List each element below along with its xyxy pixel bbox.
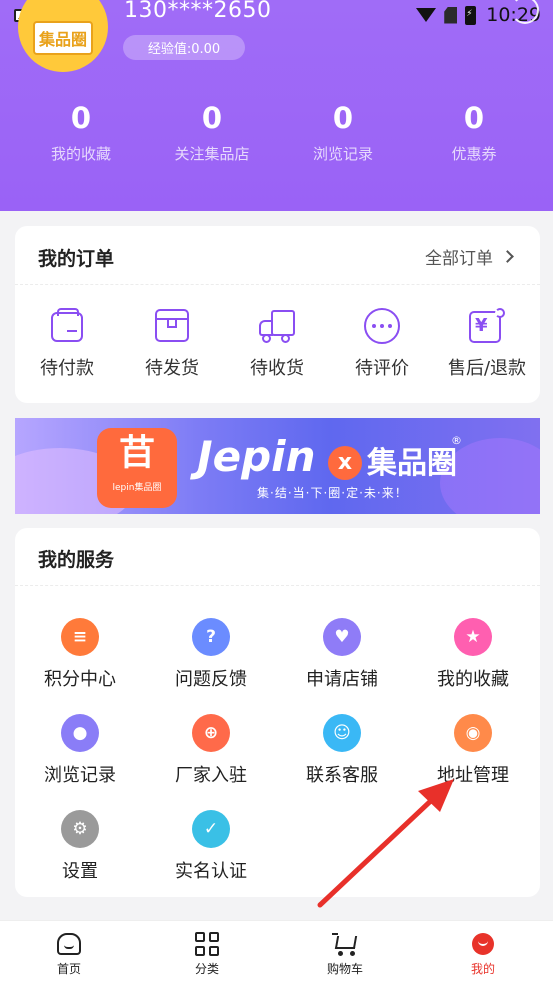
service-favorites[interactable]: ★ 我的收藏 (423, 618, 523, 691)
banner-logo-text: lepin集品圈 (112, 483, 162, 493)
service-points-center[interactable]: ≡ 积分中心 (30, 618, 130, 691)
profile-header: 10:29 集品圈 130****2650 经验值:0.00 0 我的收藏 0 … (0, 0, 553, 211)
gear-icon: ⚙ (61, 810, 99, 848)
bottom-tab-bar: 首页 分类 购物车 我的 (0, 920, 553, 983)
service-manufacturer-join[interactable]: ⊕ 厂家入驻 (161, 714, 261, 787)
stat-followed-stores[interactable]: 0 关注集品店 (142, 98, 282, 164)
all-orders-link[interactable]: 全部订单 (425, 244, 514, 269)
service-label: 我的收藏 (437, 669, 509, 690)
service-identity-verification[interactable]: ✓ 实名认证 (161, 810, 261, 883)
sim-icon (444, 6, 458, 24)
stat-label: 浏览记录 (312, 145, 373, 163)
question-icon: ? (192, 618, 230, 656)
stat-favorites[interactable]: 0 我的收藏 (11, 98, 151, 164)
grid-icon (194, 931, 220, 957)
orders-card: 我的订单 全部订单 待付款 待发货 待收货 待评价 ¥ 售后/退款 (15, 226, 540, 403)
service-label: 申请店铺 (306, 669, 378, 690)
order-after-sales[interactable]: ¥ 售后/退款 (437, 308, 537, 380)
star-icon: ★ (454, 618, 492, 656)
tab-home[interactable]: 首页 (29, 931, 109, 977)
factory-icon: ⊕ (192, 714, 230, 752)
registered-mark: ® (451, 434, 462, 447)
chat-bubble-icon (364, 308, 400, 344)
order-pending-shipment[interactable]: 待发货 (122, 308, 222, 380)
stat-label: 优惠券 (451, 145, 497, 163)
services-card: 我的服务 ≡ 积分中心 ? 问题反馈 ♥ 申请店铺 ★ 我的收藏 ● 浏览记录 … (15, 528, 540, 897)
coins-icon: ≡ (61, 618, 99, 656)
banner-brand: Jepin (197, 432, 316, 481)
service-label: 联系客服 (306, 765, 378, 786)
divider (15, 585, 540, 586)
service-address-management[interactable]: ◉ 地址管理 (423, 714, 523, 787)
tab-mine[interactable]: 我的 (443, 931, 523, 977)
service-label: 地址管理 (437, 765, 509, 786)
service-label: 设置 (62, 861, 98, 882)
banner-brand-x: x (328, 446, 362, 480)
service-label: 积分中心 (44, 669, 116, 690)
order-label: 待收货 (250, 358, 304, 379)
stat-value: 0 (463, 101, 485, 135)
promo-banner[interactable]: 䒤 lepin集品圈 Jepin x 集品圈 ® 集·结·当·下·圈·定·未·来… (15, 418, 540, 514)
package-icon (154, 308, 190, 344)
verified-icon: ✓ (192, 810, 230, 848)
battery-icon (465, 5, 477, 25)
banner-slogan: 集·结·当·下·圈·定·未·来！ (257, 486, 408, 500)
experience-badge: 经验值:0.00 (123, 35, 245, 60)
orders-title: 我的订单 (38, 248, 115, 270)
order-pending-receipt[interactable]: 待收货 (227, 308, 327, 380)
service-label: 实名认证 (175, 861, 247, 882)
order-pending-review[interactable]: 待评价 (332, 308, 432, 380)
tab-label: 我的 (470, 962, 495, 976)
logo-glyph: 䒤 (118, 433, 155, 474)
stat-coupons[interactable]: 0 优惠券 (404, 98, 544, 164)
stat-value: 0 (201, 101, 223, 135)
home-icon (56, 931, 82, 957)
tab-category[interactable]: 分类 (167, 931, 247, 977)
banner-brand-cn: 集品圈 (367, 446, 457, 481)
stat-label: 我的收藏 (50, 145, 111, 163)
refund-icon: ¥ (469, 308, 505, 344)
order-label: 待付款 (40, 358, 94, 379)
location-pin-icon: ◉ (454, 714, 492, 752)
divider (15, 284, 540, 285)
all-orders-label: 全部订单 (425, 249, 493, 269)
services-title: 我的服务 (38, 549, 115, 571)
service-apply-store[interactable]: ♥ 申请店铺 (292, 618, 392, 691)
stat-value: 0 (70, 101, 92, 135)
truck-icon (259, 308, 295, 344)
service-customer-support[interactable]: ☺ 联系客服 (292, 714, 392, 787)
avatar[interactable]: 集品圈 (18, 0, 108, 72)
stat-value: 0 (332, 101, 354, 135)
cart-icon (332, 931, 358, 957)
service-label: 问题反馈 (175, 669, 247, 690)
order-label: 待发货 (145, 358, 199, 379)
tab-label: 购物车 (326, 962, 363, 976)
wifi-icon (416, 8, 437, 22)
service-label: 浏览记录 (44, 765, 116, 786)
order-label: 售后/退款 (447, 358, 527, 379)
wallet-icon (49, 308, 85, 344)
tab-cart[interactable]: 购物车 (305, 931, 385, 977)
profile-icon (470, 931, 496, 957)
service-history[interactable]: ● 浏览记录 (30, 714, 130, 787)
banner-logo: 䒤 lepin集品圈 (97, 428, 177, 508)
user-phone: 130****2650 (124, 0, 272, 23)
service-label: 厂家入驻 (175, 765, 247, 786)
order-pending-payment[interactable]: 待付款 (17, 308, 117, 380)
tab-label: 分类 (194, 962, 219, 976)
service-feedback[interactable]: ? 问题反馈 (161, 618, 261, 691)
stats-row: 0 我的收藏 0 关注集品店 0 浏览记录 0 优惠券 (0, 98, 553, 178)
headset-icon: ☺ (323, 714, 361, 752)
order-label: 待评价 (355, 358, 409, 379)
avatar-logo: 集品圈 (32, 21, 93, 55)
service-settings[interactable]: ⚙ 设置 (30, 810, 130, 883)
tab-label: 首页 (56, 962, 81, 976)
footprint-icon: ● (61, 714, 99, 752)
heart-icon: ♥ (323, 618, 361, 656)
stat-label: 关注集品店 (174, 145, 250, 163)
stat-history[interactable]: 0 浏览记录 (273, 98, 413, 164)
chevron-right-icon (501, 250, 514, 263)
